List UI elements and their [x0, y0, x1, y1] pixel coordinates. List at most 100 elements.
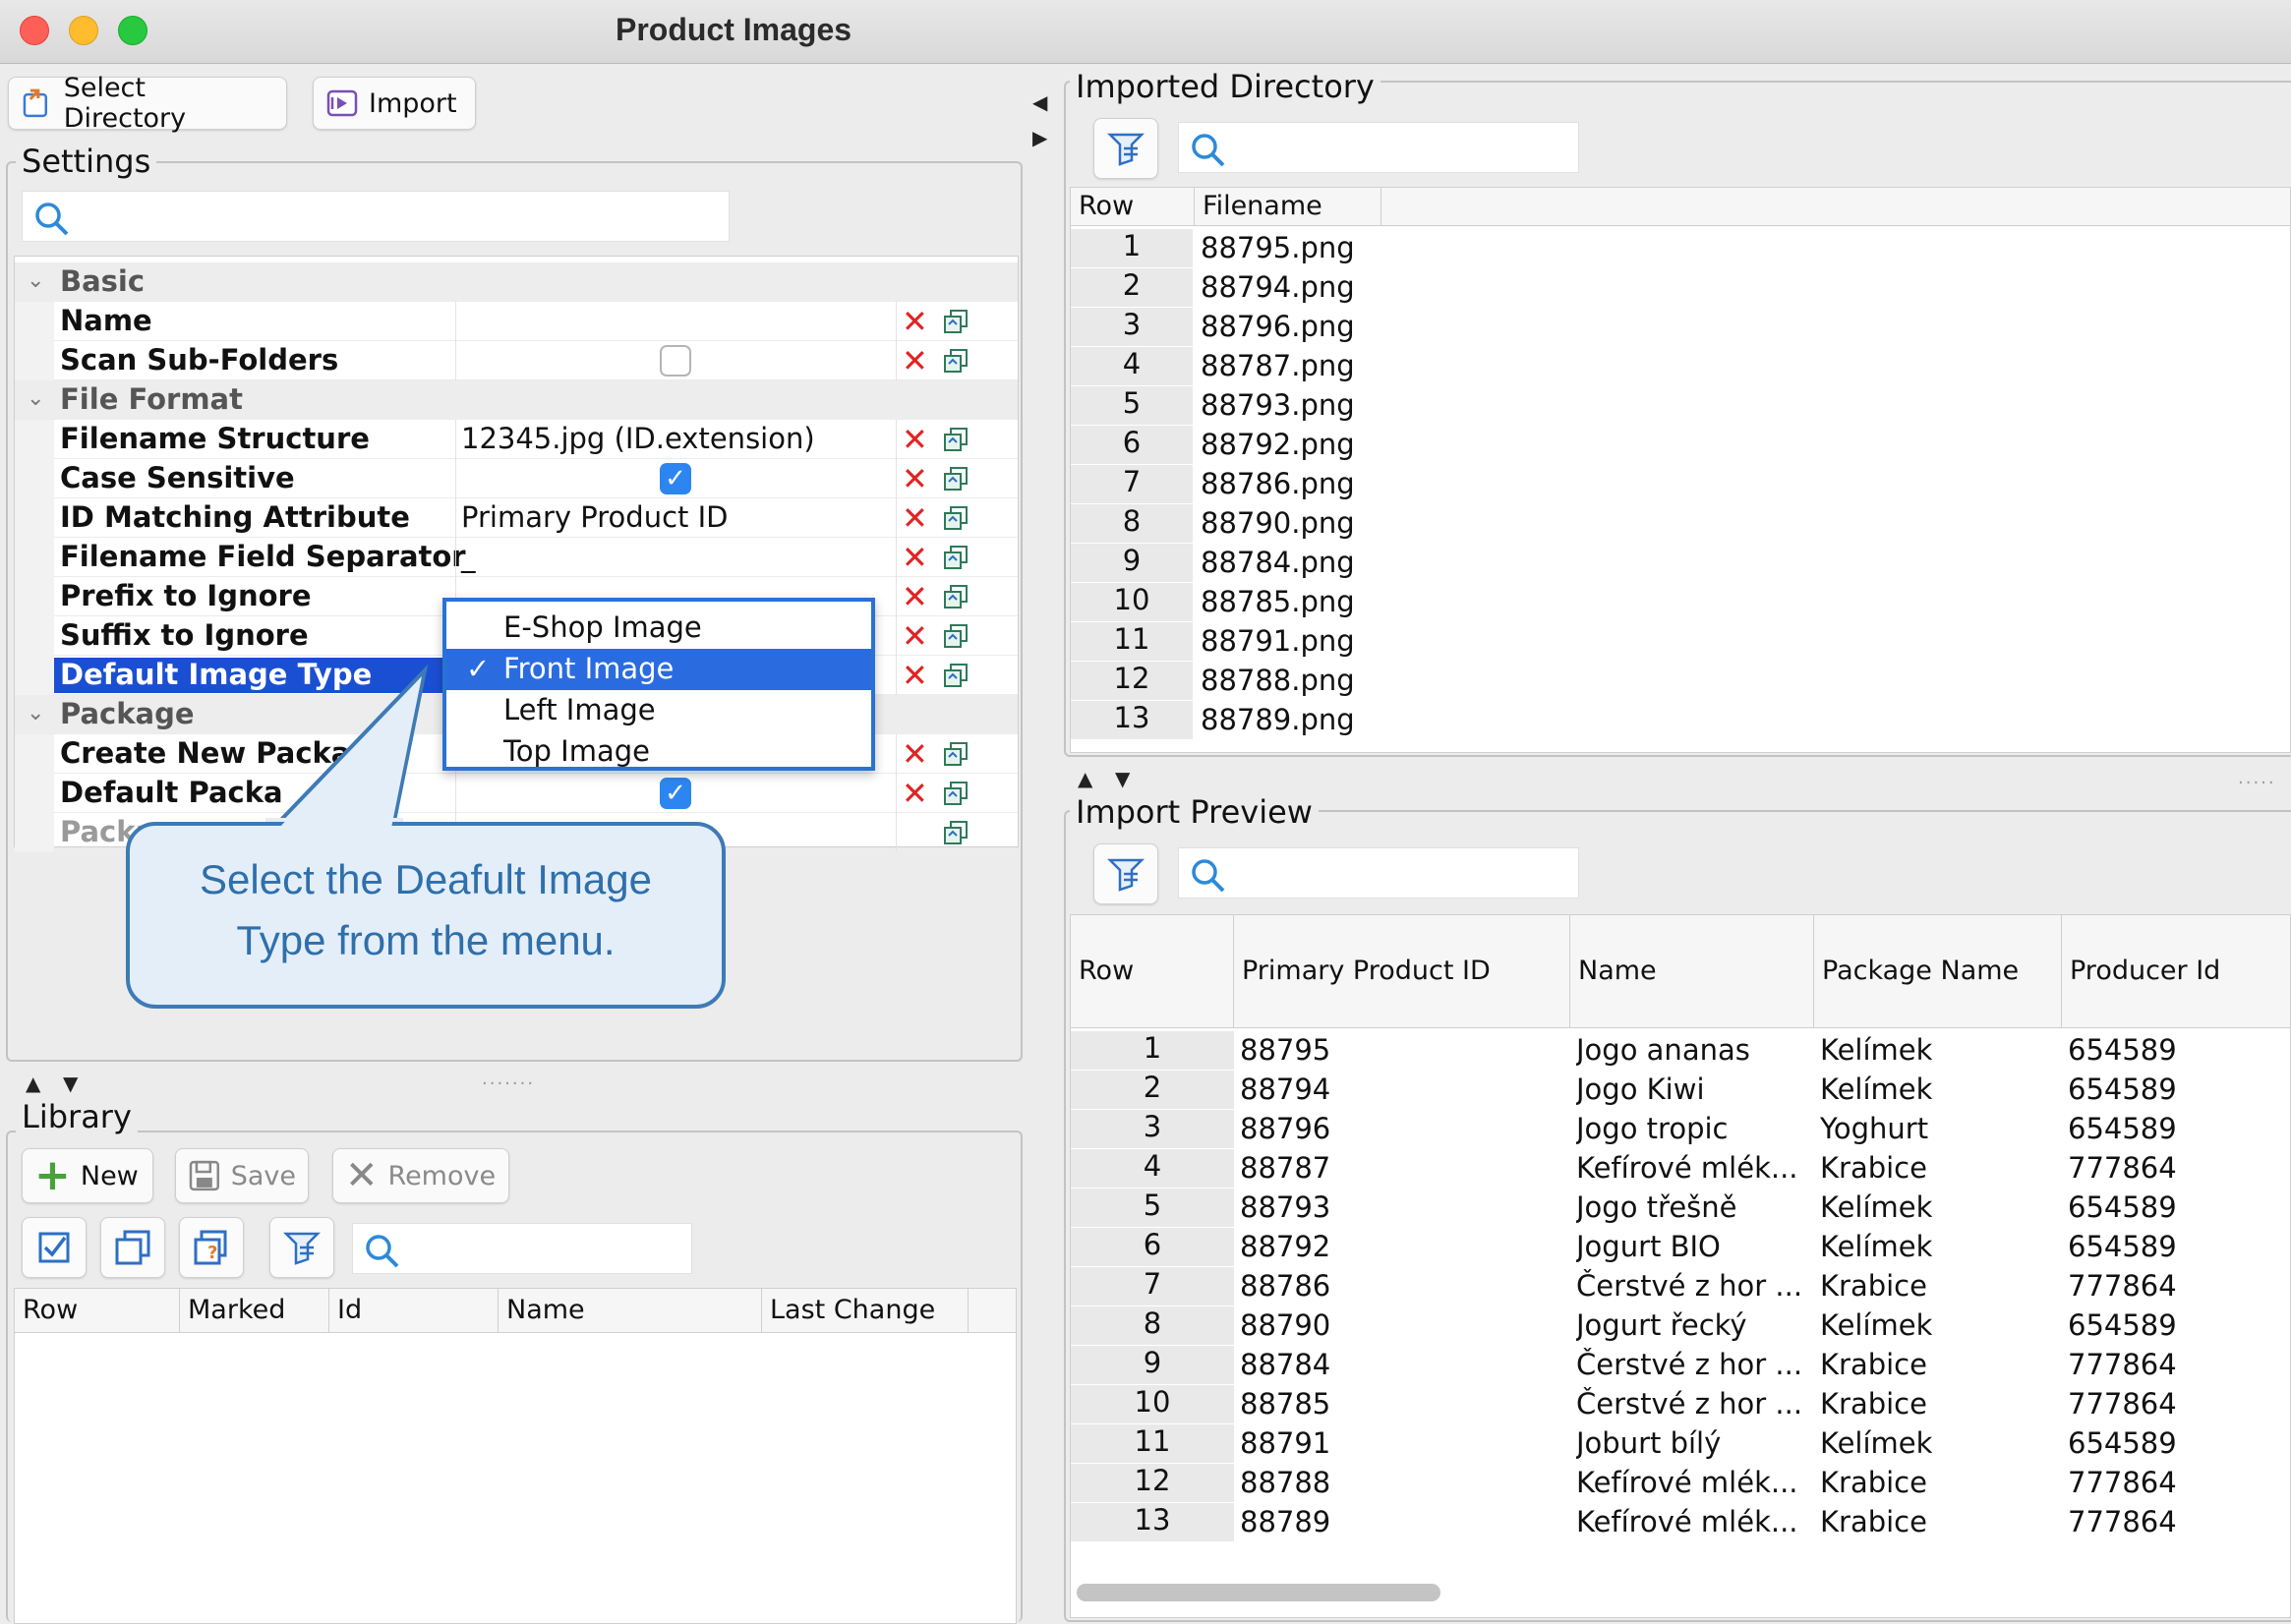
table-row[interactable]: 8 88790 Jogurt řecký Kelímek 654589 — [1071, 1306, 2290, 1346]
column-header[interactable]: Producer Id — [2062, 915, 2290, 1027]
table-row[interactable]: 7 88786.png — [1071, 465, 2290, 504]
invert-marks-button[interactable]: ? — [179, 1217, 244, 1278]
property-checkbox[interactable]: ✓ — [660, 778, 691, 809]
collapse-up-arrow[interactable]: ▲ — [1078, 767, 1092, 790]
property-checkbox[interactable] — [660, 345, 691, 377]
library-new-button[interactable]: + New — [22, 1148, 153, 1203]
splitter-handle[interactable]: ····· — [2238, 773, 2276, 793]
column-header[interactable]: Row — [1071, 188, 1195, 225]
table-row[interactable]: 4 88787 Kefírové mlék... Krabice 777864 — [1071, 1149, 2290, 1189]
import-button[interactable]: Import — [313, 77, 476, 130]
preview-filter-button[interactable] — [1093, 843, 1158, 904]
delete-icon[interactable]: ✕ — [902, 738, 928, 770]
delete-icon[interactable]: ✕ — [902, 306, 928, 337]
table-row[interactable]: 1 88795 Jogo ananas Kelímek 654589 — [1071, 1031, 2290, 1071]
delete-icon[interactable]: ✕ — [902, 424, 928, 455]
column-header[interactable]: Package Name — [1814, 915, 2062, 1027]
column-header[interactable]: Name — [1570, 915, 1814, 1027]
copy-value-icon[interactable] — [943, 347, 969, 380]
collapse-down-arrow[interactable]: ▼ — [63, 1072, 78, 1095]
table-row[interactable]: 11 88791.png — [1071, 622, 2290, 662]
table-row[interactable]: 13 88789.png — [1071, 701, 2290, 740]
horizontal-scrollbar-thumb[interactable] — [1077, 1584, 1440, 1601]
table-row[interactable]: 8 88790.png — [1071, 504, 2290, 544]
table-row[interactable]: 5 88793.png — [1071, 386, 2290, 426]
chevron-down-icon[interactable]: ⌄ — [27, 701, 44, 725]
property-value[interactable]: 12345.jpg (ID.extension) — [461, 422, 815, 455]
delete-icon[interactable]: ✕ — [902, 778, 928, 809]
library-filter-button[interactable] — [269, 1217, 334, 1278]
table-row[interactable]: 3 88796 Jogo tropic Yoghurt 654589 — [1071, 1110, 2290, 1149]
delete-icon[interactable]: ✕ — [902, 620, 928, 652]
copy-value-icon[interactable] — [943, 740, 969, 774]
property-checkbox[interactable]: ✓ — [660, 463, 691, 494]
column-header[interactable]: Name — [499, 1289, 762, 1332]
table-row[interactable]: 10 88785 Čerstvé z hor ... Krabice 777864 — [1071, 1385, 2290, 1424]
table-row[interactable]: 11 88791 Joburt bílý Kelímek 654589 — [1071, 1424, 2290, 1464]
table-row[interactable]: 1 88795.png — [1071, 229, 2290, 268]
chevron-down-icon[interactable]: ⌄ — [27, 386, 44, 411]
dropdown-option[interactable]: Top Image — [446, 731, 871, 773]
column-header[interactable]: Filename — [1195, 188, 1381, 225]
table-row[interactable]: 4 88787.png — [1071, 347, 2290, 386]
column-header[interactable]: Row — [15, 1289, 180, 1332]
column-header[interactable]: Primary Product ID — [1234, 915, 1570, 1027]
table-row[interactable]: 9 88784.png — [1071, 544, 2290, 583]
delete-icon[interactable]: ✕ — [902, 463, 928, 494]
mark-all-button[interactable] — [22, 1217, 87, 1278]
settings-property-row[interactable]: Scan Sub-Folders ✕ — [15, 341, 1018, 380]
column-header[interactable]: Last Change — [762, 1289, 969, 1332]
settings-property-row[interactable]: Name ✕ — [15, 302, 1018, 341]
table-row[interactable]: 9 88784 Čerstvé z hor ... Krabice 777864 — [1071, 1346, 2290, 1385]
expand-right-arrow[interactable]: ▶ — [1032, 126, 1047, 149]
delete-icon[interactable]: ✕ — [902, 581, 928, 612]
library-remove-button[interactable]: ✕ Remove — [332, 1148, 509, 1203]
library-save-button[interactable]: Save — [175, 1148, 309, 1203]
delete-icon[interactable]: ✕ — [902, 542, 928, 573]
copy-value-icon[interactable] — [943, 583, 969, 616]
settings-search-input[interactable] — [22, 191, 730, 242]
table-row[interactable]: 7 88786 Čerstvé z hor ... Krabice 777864 — [1071, 1267, 2290, 1306]
settings-property-row[interactable]: Filename Field Separator _ ✕ — [15, 538, 1018, 577]
copy-value-icon[interactable] — [943, 308, 969, 341]
copy-value-icon[interactable] — [943, 622, 969, 656]
imported-search-input[interactable] — [1178, 122, 1579, 173]
copy-value-icon[interactable] — [943, 544, 969, 577]
table-row[interactable]: 5 88793 Jogo třešně Kelímek 654589 — [1071, 1189, 2290, 1228]
settings-property-row[interactable]: Case Sensitive ✓ ✕ — [15, 459, 1018, 498]
select-directory-button[interactable]: Select Directory — [8, 73, 287, 134]
zoom-window-button[interactable] — [118, 16, 147, 45]
collapse-down-arrow[interactable]: ▼ — [1115, 767, 1130, 790]
dropdown-option[interactable]: E-Shop Image — [446, 608, 871, 649]
table-row[interactable]: 2 88794.png — [1071, 268, 2290, 308]
table-row[interactable]: 6 88792.png — [1071, 426, 2290, 465]
copy-value-icon[interactable] — [943, 780, 969, 813]
image-type-dropdown-menu[interactable]: E-Shop Image ✓ Front Image Left Image Top Im… — [442, 598, 875, 771]
table-row[interactable]: 6 88792 Jogurt BIO Kelímek 654589 — [1071, 1228, 2290, 1267]
table-row[interactable]: 3 88796.png — [1071, 308, 2290, 347]
close-window-button[interactable] — [20, 16, 49, 45]
table-row[interactable]: 12 88788 Kefírové mlék... Krabice 777864 — [1071, 1464, 2290, 1503]
settings-property-row[interactable]: Default Packa ✓ ✕ — [15, 774, 1018, 813]
table-row[interactable]: 13 88789 Kefírové mlék... Krabice 777864 — [1071, 1503, 2290, 1542]
copy-value-icon[interactable] — [943, 426, 969, 459]
preview-search-input[interactable] — [1178, 847, 1579, 899]
settings-property-row[interactable]: ID Matching Attribute Primary Product ID ✕ — [15, 498, 1018, 538]
collapse-up-arrow[interactable]: ▲ — [26, 1072, 40, 1095]
dropdown-option[interactable]: Left Image — [446, 690, 871, 731]
splitter-handle[interactable]: ······· — [482, 1073, 535, 1094]
dropdown-option[interactable]: ✓ Front Image — [446, 649, 871, 690]
minimize-window-button[interactable] — [69, 16, 98, 45]
column-header[interactable]: Marked — [180, 1289, 329, 1332]
table-row[interactable]: 12 88788.png — [1071, 662, 2290, 701]
column-header[interactable]: Id — [329, 1289, 499, 1332]
copy-value-icon[interactable] — [943, 819, 969, 852]
copy-value-icon[interactable] — [943, 504, 969, 538]
table-row[interactable]: 2 88794 Jogo Kiwi Kelímek 654589 — [1071, 1071, 2290, 1110]
chevron-down-icon[interactable]: ⌄ — [27, 268, 44, 293]
copy-value-icon[interactable] — [943, 662, 969, 695]
collapse-left-arrow[interactable]: ◀ — [1032, 90, 1047, 114]
property-value[interactable]: _ — [461, 540, 476, 573]
delete-icon[interactable]: ✕ — [902, 345, 928, 377]
copy-value-icon[interactable] — [943, 465, 969, 498]
